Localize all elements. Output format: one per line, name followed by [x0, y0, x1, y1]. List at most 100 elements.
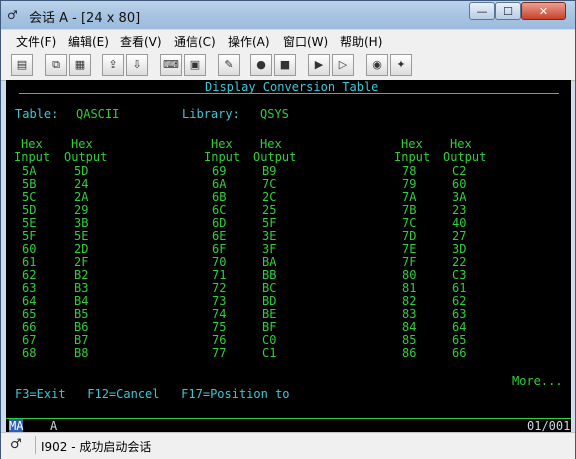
col3-output-hex: Hex: [450, 137, 472, 151]
hex-output-cell: B9: [262, 164, 277, 178]
hex-input-cell: 6F: [212, 242, 227, 256]
hex-output-cell: 3E: [262, 229, 277, 243]
play-macro-icon[interactable]: ▶: [308, 54, 330, 76]
hex-output-cell: 60: [452, 177, 467, 191]
col2-input-hex: Hex: [211, 137, 233, 151]
paste-icon[interactable]: ▦: [69, 54, 91, 76]
terminal-screen[interactable]: Display Conversion Table Table: QASCII L…: [6, 80, 571, 433]
hex-input-cell: 7A: [402, 190, 417, 204]
stop-macro-icon[interactable]: ■: [274, 54, 296, 76]
web-icon[interactable]: ◉: [366, 54, 388, 76]
hex-output-cell: 2F: [74, 255, 89, 269]
hex-input-cell: 6E: [212, 229, 227, 243]
hex-output-cell: B2: [74, 268, 89, 282]
menu-file[interactable]: 文件(F): [16, 33, 56, 50]
hex-output-cell: B7: [74, 333, 89, 347]
run-macro-icon[interactable]: ▷: [332, 54, 354, 76]
hex-output-cell: 3B: [74, 216, 89, 230]
hex-input-cell: 6A: [212, 177, 227, 191]
hex-output-cell: BF: [262, 320, 277, 334]
status-separator: [35, 436, 36, 454]
hex-output-cell: 29: [74, 203, 89, 217]
hex-output-cell: 2D: [74, 242, 89, 256]
hex-output-cell: BE: [262, 307, 277, 321]
hex-output-cell: 22: [452, 255, 467, 269]
hex-input-cell: 5F: [22, 229, 37, 243]
send-file-icon[interactable]: ⇪: [102, 54, 124, 76]
hex-output-cell: B6: [74, 320, 89, 334]
hex-input-cell: 86: [402, 346, 417, 360]
close-button[interactable]: ✕: [521, 2, 566, 20]
library-value: QSYS: [260, 107, 289, 121]
status-bar: ♂ I902 - 成功启动会话: [1, 432, 575, 459]
hex-output-cell: C2: [452, 164, 467, 178]
operator-info-area: MA A 01/001: [6, 418, 571, 433]
menu-edit[interactable]: 编辑(E): [68, 33, 109, 50]
hex-input-cell: 7C: [402, 216, 417, 230]
hex-input-cell: 6B: [212, 190, 227, 204]
hex-output-cell: 5D: [74, 164, 89, 178]
hex-input-cell: 67: [22, 333, 37, 347]
hex-output-cell: 2A: [74, 190, 89, 204]
hex-input-cell: 7B: [402, 203, 417, 217]
heading-underline: [19, 93, 559, 94]
minimize-button[interactable]: —: [469, 2, 495, 20]
hex-output-cell: 23: [452, 203, 467, 217]
copy-icon[interactable]: ⧉: [45, 54, 67, 76]
hex-output-cell: 40: [452, 216, 467, 230]
hex-input-cell: 60: [22, 242, 37, 256]
col3-output-label: Output: [443, 150, 487, 164]
hex-output-cell: 61: [452, 281, 467, 295]
hex-input-cell: 6C: [212, 203, 227, 217]
hex-output-cell: 3D: [452, 242, 467, 256]
hex-output-cell: B4: [74, 294, 89, 308]
hex-output-cell: BC: [262, 281, 277, 295]
hex-input-cell: 80: [402, 268, 417, 282]
maximize-button[interactable]: ☐: [495, 2, 521, 20]
hex-input-cell: 78: [402, 164, 417, 178]
connection-icon: ♂: [10, 437, 22, 452]
hex-output-cell: 2C: [262, 190, 277, 204]
display-keyboard-icon[interactable]: ⌨: [160, 54, 182, 76]
hex-output-cell: B8: [74, 346, 89, 360]
title-bar: ♂ 会话 A - [24 x 80] — ☐ ✕: [1, 1, 575, 29]
col1-input-hex: Hex: [21, 137, 43, 151]
hex-input-cell: 69: [212, 164, 227, 178]
macro-icon[interactable]: ▣: [184, 54, 206, 76]
hex-input-cell: 72: [212, 281, 227, 295]
col2-output-label: Output: [253, 150, 297, 164]
menu-help[interactable]: 帮助(H): [340, 33, 382, 50]
menu-actions[interactable]: 操作(A): [228, 33, 270, 50]
record-macro-icon[interactable]: ●: [250, 54, 272, 76]
hex-input-cell: 65: [22, 307, 37, 321]
hex-input-cell: 5B: [22, 177, 37, 191]
hex-input-cell: 5E: [22, 216, 37, 230]
print-screen-icon[interactable]: ▤: [11, 54, 33, 76]
col1-output-label: Output: [64, 150, 108, 164]
hex-output-cell: BD: [262, 294, 277, 308]
hex-input-cell: 81: [402, 281, 417, 295]
menu-communication[interactable]: 通信(C): [174, 33, 216, 50]
hex-input-cell: 84: [402, 320, 417, 334]
receive-file-icon[interactable]: ⇩: [126, 54, 148, 76]
hex-input-cell: 62: [22, 268, 37, 282]
hex-output-cell: C1: [262, 346, 277, 360]
session-app-icon[interactable]: ♂: [7, 7, 23, 23]
menu-window[interactable]: 窗口(W): [283, 33, 328, 50]
hex-input-cell: 77: [212, 346, 227, 360]
screen-heading: Display Conversion Table: [205, 80, 379, 94]
table-value: QASCII: [76, 107, 120, 121]
menu-view[interactable]: 查看(V): [120, 33, 162, 50]
hex-input-cell: 85: [402, 333, 417, 347]
customize-icon[interactable]: ✎: [218, 54, 240, 76]
hex-output-cell: C3: [452, 268, 467, 282]
hex-output-cell: B5: [74, 307, 89, 321]
status-message: I902 - 成功启动会话: [41, 440, 152, 454]
more-indicator: More...: [512, 374, 563, 388]
hex-input-cell: 6D: [212, 216, 227, 230]
hex-input-cell: 5C: [22, 190, 37, 204]
help-icon[interactable]: ✦: [390, 54, 412, 76]
hex-input-cell: 7E: [402, 242, 417, 256]
hex-input-cell: 76: [212, 333, 227, 347]
hex-output-cell: BB: [262, 268, 277, 282]
